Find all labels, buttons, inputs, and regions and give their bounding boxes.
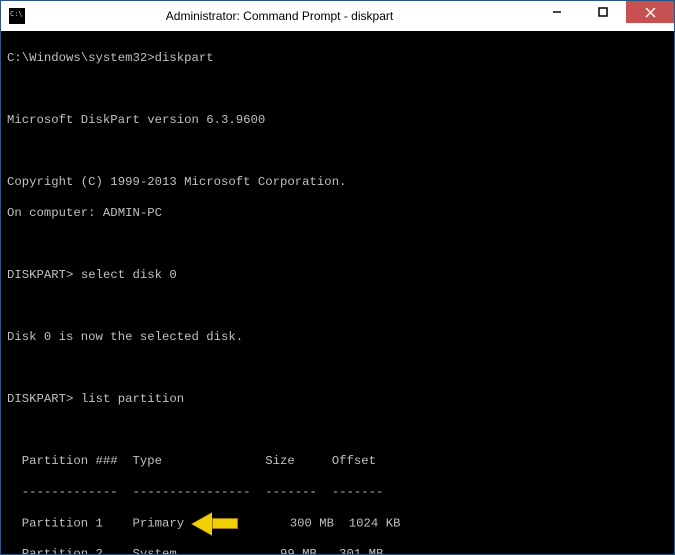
terminal-output[interactable]: C:\Windows\system32>diskpart Microsoft D… — [1, 31, 674, 554]
command-prompt-window: Administrator: Command Prompt - diskpart… — [0, 0, 675, 555]
computer-line: On computer: ADMIN-PC — [7, 206, 668, 222]
close-icon — [645, 7, 656, 18]
titlebar[interactable]: Administrator: Command Prompt - diskpart — [1, 1, 674, 31]
cmd-icon — [9, 8, 25, 24]
close-button[interactable] — [626, 1, 674, 23]
table-divider: ------------- ---------------- ------- -… — [7, 485, 668, 501]
window-controls — [534, 1, 674, 31]
prompt-line: C:\Windows\system32>diskpart — [7, 51, 668, 67]
arrow-annotation-icon — [190, 516, 238, 530]
dp-list-partition: DISKPART> list partition — [7, 392, 668, 408]
version-line: Microsoft DiskPart version 6.3.9600 — [7, 113, 668, 129]
copyright-line: Copyright (C) 1999-2013 Microsoft Corpor… — [7, 175, 668, 191]
maximize-button[interactable] — [580, 1, 626, 23]
table-row: Partition 1 Primary 300 MB 1024 KB — [7, 516, 668, 532]
window-title: Administrator: Command Prompt - diskpart — [25, 9, 534, 23]
msg-disk-selected: Disk 0 is now the selected disk. — [7, 330, 668, 346]
maximize-icon — [598, 7, 608, 17]
minimize-icon — [552, 7, 562, 17]
minimize-button[interactable] — [534, 1, 580, 23]
table-row: Partition 2 System 99 MB 301 MB — [7, 547, 668, 554]
table-header: Partition ### Type Size Offset — [7, 454, 668, 470]
dp-select-disk: DISKPART> select disk 0 — [7, 268, 668, 284]
